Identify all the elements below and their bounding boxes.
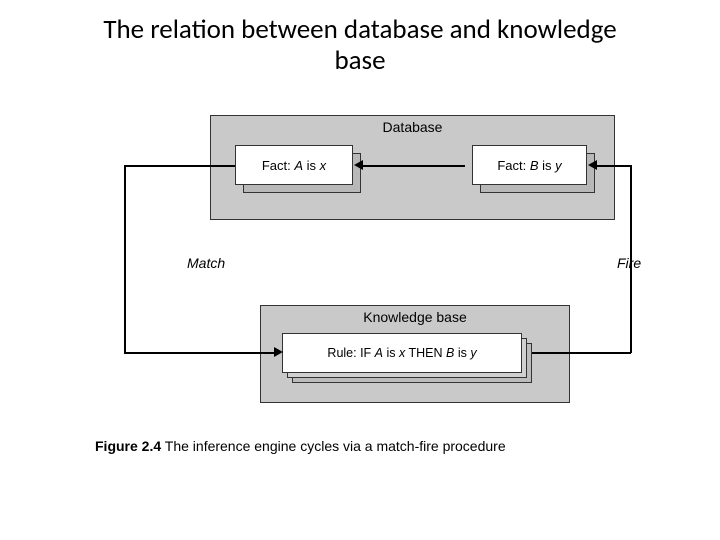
fire-label: Fire (617, 255, 641, 271)
rule-y: y (470, 346, 476, 360)
rule-box: Rule: IF A is x THEN B is y (282, 333, 522, 373)
figure-caption: Figure 2.4 The inference engine cycles v… (95, 438, 506, 454)
fact-link-line (361, 165, 465, 167)
fact-link-arrowhead-icon (354, 160, 363, 170)
figure-number: Figure 2.4 (95, 438, 161, 454)
fact-a-prefix: Fact: (262, 158, 295, 173)
fact-a-mid: is (303, 158, 320, 173)
knowledge-base-label: Knowledge base (261, 309, 569, 325)
match-arrowhead-icon (274, 347, 283, 357)
fact-a-val: x (320, 158, 327, 173)
fact-b-var: B (530, 158, 539, 173)
rule-mid1: is (383, 346, 399, 360)
database-label: Database (211, 119, 614, 135)
fact-b-val: y (555, 158, 562, 173)
fire-line-3 (596, 165, 631, 167)
fact-b-mid: is (539, 158, 556, 173)
rule-b: B (446, 346, 454, 360)
title-line-2: base (334, 44, 385, 77)
fact-a-var: A (294, 158, 303, 173)
rule-mid2: is (454, 346, 470, 360)
fact-a-box: Fact: A is x (235, 145, 353, 185)
match-line-2 (124, 165, 126, 353)
rule-then: THEN (405, 346, 446, 360)
diagram-container: Database Fact: A is x Fact: B is y Knowl… (105, 115, 640, 455)
figure-text: The inference engine cycles via a match-… (161, 438, 505, 454)
title-line-1: The relation between database and knowle… (103, 13, 616, 46)
rule-a: A (375, 346, 383, 360)
match-line-1 (124, 165, 235, 167)
rule-prefix: Rule: IF (327, 346, 374, 360)
fire-line-1 (532, 352, 631, 354)
match-line-3 (124, 352, 274, 354)
fact-b-prefix: Fact: (497, 158, 530, 173)
slide-title: The relation between database and knowle… (0, 14, 720, 76)
match-label: Match (187, 255, 225, 271)
fire-arrowhead-icon (588, 160, 597, 170)
fact-b-box: Fact: B is y (472, 145, 587, 185)
